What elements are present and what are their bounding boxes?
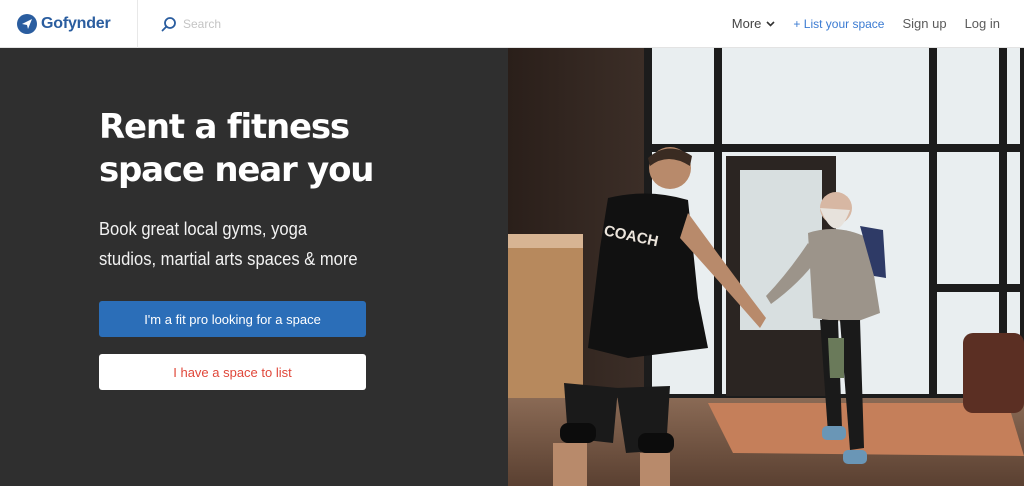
more-menu[interactable]: More [732,16,776,31]
top-navbar: Gofynder More + List your space Sign up … [0,0,1024,48]
fit-pro-button[interactable]: I'm a fit pro looking for a space [99,301,366,337]
search-icon[interactable] [161,16,177,32]
hero-subtitle: Book great local gyms, yoga studios, mar… [99,214,393,274]
hero-title-line-1: Rent a fitness [99,107,350,147]
hero-photo: COACH [508,48,1024,486]
main-nav: More + List your space Sign up Log in [714,0,1024,48]
hero-subtitle-line-2: studios, martial arts spaces & more [99,249,358,269]
list-space-button[interactable]: I have a space to list [99,354,366,390]
login-link[interactable]: Log in [965,16,1000,31]
search-input[interactable] [183,16,383,31]
location-arrow-icon [17,13,37,34]
list-your-space-link[interactable]: + List your space [793,17,884,31]
gym-handshake-photo: COACH [508,48,1024,486]
logo-link[interactable]: Gofynder [0,0,138,48]
chevron-down-icon [766,20,775,27]
hero-subtitle-line-1: Book great local gyms, yoga [99,219,308,239]
search-bar [161,0,383,48]
signup-link[interactable]: Sign up [902,16,946,31]
hero-panel: Rent a fitness space near you Book great… [0,48,508,486]
logo-text: Gofynder [41,14,111,32]
more-label: More [731,16,762,31]
hero-title: Rent a fitness space near you [99,106,479,192]
hero-title-line-2: space near you [99,150,375,190]
